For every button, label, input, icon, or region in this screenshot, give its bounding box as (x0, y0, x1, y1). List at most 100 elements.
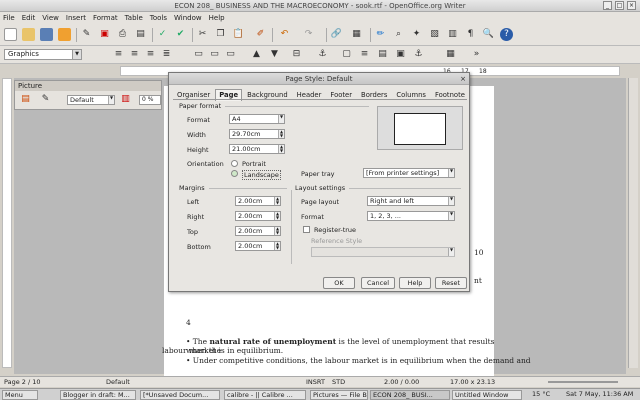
menu-help[interactable]: Help (209, 14, 225, 22)
insert-mode-indicator[interactable]: INSRT (306, 378, 325, 386)
width-field[interactable]: 29.70cm ▲ ▼ (229, 129, 285, 139)
frame-properties-icon[interactable]: ▦ (444, 48, 457, 61)
menu-table[interactable]: Table (125, 14, 143, 22)
taskbar-item[interactable]: Pictures — File Bro... (310, 390, 368, 400)
navigator-icon[interactable]: ✦ (410, 28, 423, 41)
selection-mode-indicator[interactable]: STD (332, 378, 345, 386)
page-layout-select[interactable]: Right and left ▼ (367, 196, 455, 206)
border-color-icon[interactable]: ▤ (376, 48, 389, 61)
format-select[interactable]: A4 ▼ (229, 114, 285, 124)
menu-view[interactable]: View (42, 14, 59, 22)
taskbar-item-active[interactable]: ECON 208_ BUSI... (370, 390, 450, 400)
wrap-optimal-icon[interactable]: ▭ (224, 48, 237, 61)
paste-icon[interactable]: 📋 (232, 28, 245, 41)
landscape-radio[interactable] (231, 170, 238, 177)
margin-right-field[interactable]: 2.00cm ▲ ▼ (235, 211, 281, 221)
email-icon[interactable] (58, 28, 71, 41)
copy-icon[interactable]: ❐ (214, 28, 227, 41)
gallery-icon[interactable]: ▧ (428, 28, 441, 41)
send-backward-icon[interactable]: ▼ (268, 48, 281, 61)
graphics-mode-select[interactable]: Default ▼ (67, 95, 115, 105)
spin-arrows-icon[interactable]: ▲ ▼ (274, 227, 280, 235)
spin-arrows-icon[interactable]: ▲ ▼ (274, 212, 280, 220)
justify-icon[interactable]: ≣ (160, 48, 173, 61)
format-paintbrush-icon[interactable]: ✐ (254, 28, 267, 41)
portrait-radio[interactable] (231, 160, 238, 167)
numbering-format-select[interactable]: 1, 2, 3, ... ▼ (367, 211, 455, 221)
show-draw-functions-icon[interactable]: ✏ (374, 28, 387, 41)
object-properties-icon[interactable]: ▣ (394, 48, 407, 61)
menu-edit[interactable]: Edit (22, 14, 36, 22)
bring-forward-icon[interactable]: ▲ (250, 48, 263, 61)
taskbar-item[interactable]: [*Unsaved Docum... (140, 390, 220, 400)
menu-insert[interactable]: Insert (66, 14, 86, 22)
wrap-page-icon[interactable]: ▭ (208, 48, 221, 61)
paper-tray-select[interactable]: [From printer settings] ▼ (363, 168, 455, 178)
align-left-icon[interactable]: ≡ (112, 48, 125, 61)
color-icon[interactable]: ▥ (119, 93, 132, 106)
zoom-slider[interactable] (548, 381, 618, 383)
close-icon[interactable]: × (460, 75, 466, 83)
register-true-checkbox[interactable] (303, 226, 310, 233)
help-icon[interactable]: ? (500, 28, 513, 41)
data-sources-icon[interactable]: ▥ (446, 28, 459, 41)
border-icon[interactable]: ▢ (340, 48, 353, 61)
menu-format[interactable]: Format (93, 14, 118, 22)
spin-arrows-icon[interactable]: ▲ ▼ (274, 242, 280, 250)
filter-icon[interactable]: ▤ (19, 93, 32, 106)
menu-tools[interactable]: Tools (150, 14, 167, 22)
align-objects-icon[interactable]: ⊟ (290, 48, 303, 61)
margin-bottom-field[interactable]: 2.00cm ▲ ▼ (235, 241, 281, 251)
margin-left-field[interactable]: 2.00cm ▲ ▼ (235, 196, 281, 206)
maximize-button[interactable]: □ (615, 1, 624, 10)
margin-top-field[interactable]: 2.00cm ▲ ▼ (235, 226, 281, 236)
wrap-off-icon[interactable]: ▭ (192, 48, 205, 61)
find-replace-icon[interactable]: ⌕ (392, 28, 405, 41)
transparency-field[interactable]: 0 % (139, 95, 161, 105)
paragraph-style-select[interactable]: Graphics ▼ (4, 49, 82, 60)
new-document-icon[interactable] (4, 28, 17, 41)
ok-button[interactable]: OK (323, 277, 355, 289)
taskbar-item[interactable]: Blogger in draft: M... (60, 390, 136, 400)
edit-file-icon[interactable]: ✎ (80, 28, 93, 41)
taskbar-item[interactable]: calibre - || Calibre ... (224, 390, 306, 400)
start-menu-button[interactable]: Menu (2, 390, 38, 400)
autocheck-icon[interactable]: ✔ (174, 28, 187, 41)
align-center-icon[interactable]: ≡ (128, 48, 141, 61)
anchor-type-icon[interactable]: ⚓ (412, 48, 425, 61)
margins-heading: Margins (179, 184, 205, 192)
align-right-icon[interactable]: ≡ (144, 48, 157, 61)
export-pdf-icon[interactable]: ▣ (98, 28, 111, 41)
reset-button[interactable]: Reset (435, 277, 467, 289)
vertical-scrollbar[interactable] (628, 78, 638, 368)
zoom-icon[interactable]: 🔍 (482, 28, 495, 41)
spin-arrows-icon[interactable]: ▲ ▼ (278, 145, 284, 153)
cut-icon[interactable]: ✂ (196, 28, 209, 41)
undo-icon[interactable]: ↶ (278, 28, 291, 41)
menu-file[interactable]: File (3, 14, 15, 22)
close-button[interactable]: × (627, 1, 636, 10)
page-style-indicator[interactable]: Default (106, 378, 130, 386)
nonprinting-characters-icon[interactable]: ¶ (464, 28, 477, 41)
spin-arrows-icon[interactable]: ▲ ▼ (278, 130, 284, 138)
hyperlink-icon[interactable]: 🔗 (330, 28, 343, 41)
table-icon[interactable]: ▦ (350, 28, 363, 41)
cancel-button[interactable]: Cancel (361, 277, 395, 289)
open-folder-icon[interactable] (22, 28, 35, 41)
toolbar-options-icon[interactable]: » (470, 48, 483, 61)
height-field[interactable]: 21.00cm ▲ ▼ (229, 144, 285, 154)
graphics-mode-icon[interactable]: ✎ (39, 93, 52, 106)
print-icon[interactable]: ⎙ (116, 28, 129, 41)
minimize-button[interactable]: _ (603, 1, 612, 10)
taskbar-item[interactable]: Untitled Window (452, 390, 522, 400)
print-preview-icon[interactable]: ▤ (134, 28, 147, 41)
spin-arrows-icon[interactable]: ▲ ▼ (274, 197, 280, 205)
anchor-icon[interactable]: ⚓ (316, 48, 329, 61)
save-icon[interactable] (40, 28, 53, 41)
redo-icon[interactable]: ↷ (302, 28, 315, 41)
help-button[interactable]: Help (399, 277, 431, 289)
spellcheck-icon[interactable]: ✓ (156, 28, 169, 41)
line-style-icon[interactable]: ≡ (358, 48, 371, 61)
menu-window[interactable]: Window (174, 14, 202, 22)
reference-style-select[interactable]: ▼ (311, 247, 455, 257)
